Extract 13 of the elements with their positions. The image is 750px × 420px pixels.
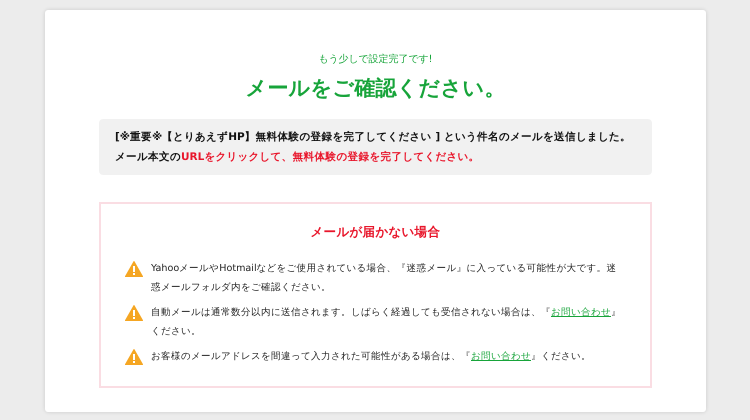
notice-text: YahooメールやHotmailなどをご使用されている場合、『迷惑メール』に入っている可能性が大です。迷惑メールフォルダ内をご確認ください。 xyxy=(151,262,618,295)
subtitle: もう少しで設定完了です! xyxy=(318,52,432,66)
contact-link[interactable]: お問い合わせ xyxy=(471,351,531,362)
warning-icon xyxy=(125,305,143,321)
warning-icon xyxy=(125,261,143,277)
info-text: [※重要※【とりあえずHP】無料体験の登録を完了してください ] という件名のメールを送信しました。 xyxy=(115,130,632,145)
page-title: メールをご確認ください。 xyxy=(246,75,506,102)
contact-link[interactable]: お問い合わせ xyxy=(551,307,611,318)
notice-text: 自動メールは通常数分以内に送信されます。しばらく経過しても受信されない場合は、『お問い合わせ』ください。 xyxy=(151,306,622,339)
warning-icon xyxy=(125,349,143,365)
notice-heading: メールが届かない場合 xyxy=(310,224,440,241)
info-text: メール本文のURLをクリックして、無料体験の登録を完了してください。 xyxy=(115,150,480,165)
notice-text: お客様のメールアドレスを間違って入力された可能性がある場合は、『お問い合わせ』ください。 xyxy=(151,350,591,364)
